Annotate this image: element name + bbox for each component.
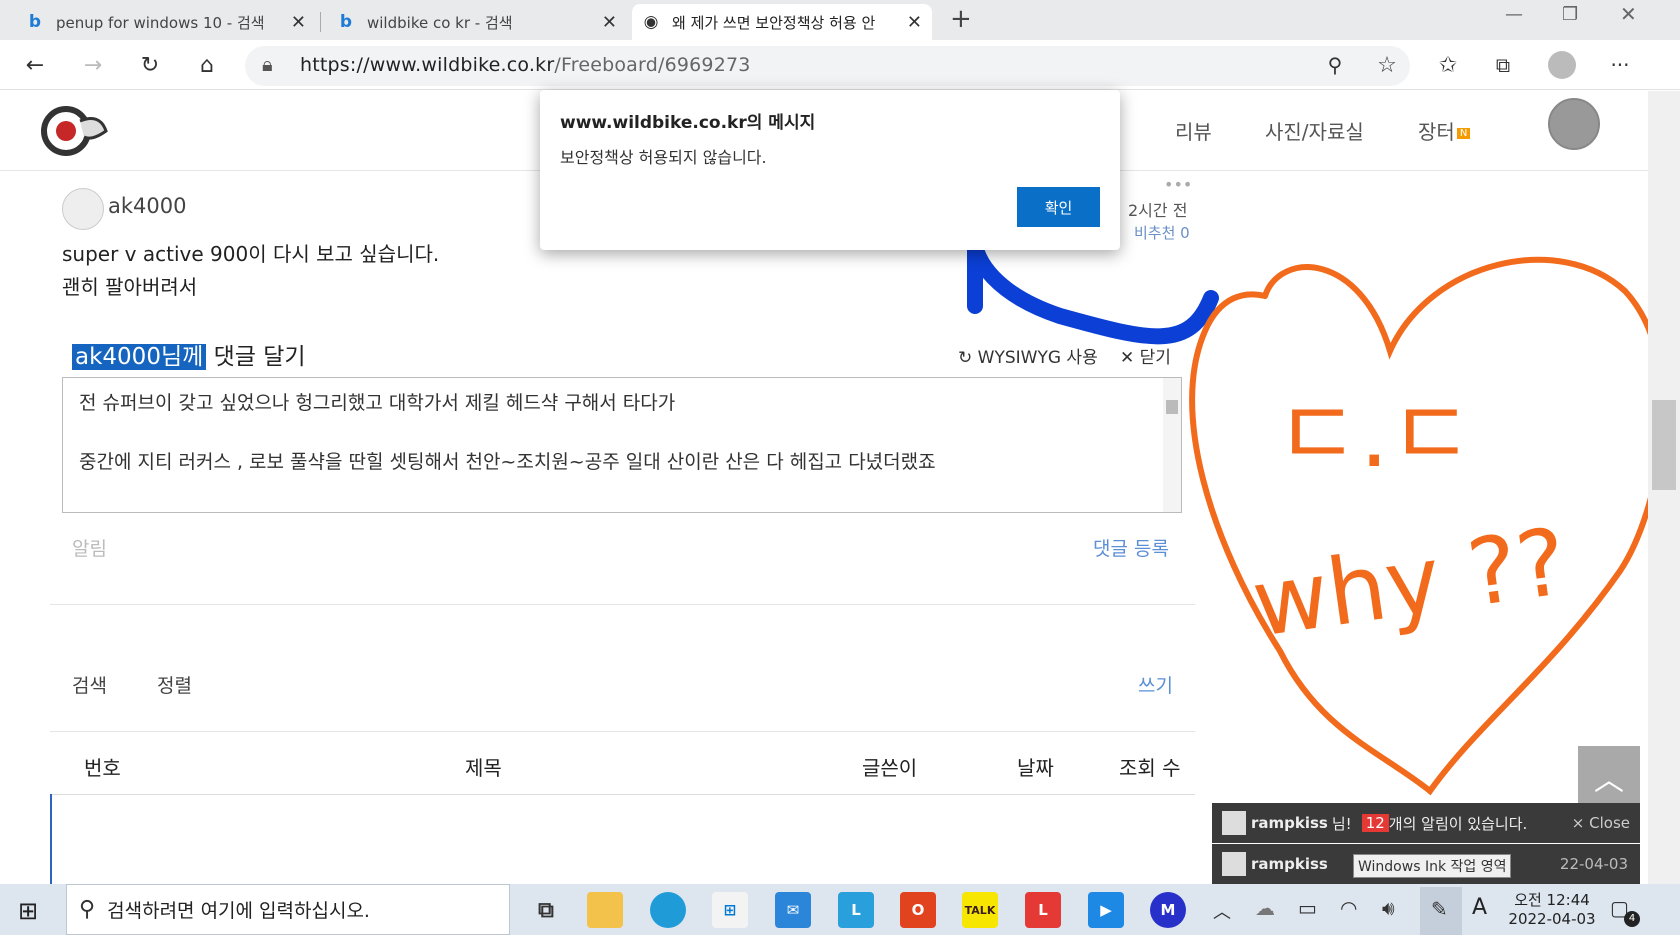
m-app-icon[interactable]: M — [1150, 892, 1186, 928]
clock-date: 2022-04-03 — [1508, 910, 1596, 928]
url-path: /Freeboard/6969273 — [554, 54, 751, 76]
search-icon: ⚲ — [79, 897, 96, 922]
dialog-ok-button[interactable]: 확인 — [1017, 187, 1100, 227]
annotation-text: why ?? — [1246, 508, 1573, 658]
mail-icon[interactable]: ✉ — [775, 892, 811, 928]
tab-wildbike-search[interactable]: b wildbike co kr - 검색 ✕ — [327, 4, 627, 40]
media-player-icon[interactable]: ▶ — [1088, 892, 1124, 928]
search-icon[interactable]: ⚲ — [1320, 50, 1350, 80]
bing-icon: b — [339, 12, 353, 32]
file-explorer-icon[interactable] — [587, 892, 623, 928]
favorite-star-icon[interactable]: ☆ — [1372, 50, 1402, 80]
office-icon[interactable]: O — [900, 892, 936, 928]
volume-icon[interactable]: 🔊︎ — [1382, 896, 1395, 920]
windows-start-icon[interactable]: ⊞ — [18, 897, 38, 925]
collections-icon[interactable]: ⧉ — [1488, 50, 1518, 80]
close-icon[interactable]: ✕ — [602, 12, 617, 33]
more-menu-icon[interactable]: ··· — [1605, 50, 1635, 80]
tab-separator — [320, 12, 321, 32]
back-icon[interactable]: ← — [20, 50, 50, 80]
wifi-icon[interactable]: ◠ — [1340, 896, 1357, 920]
annotation-text: ㄷ.ㄷ — [1275, 381, 1474, 488]
tab-title: 왜 제가 쓰면 보안정책상 허용 안 — [672, 13, 876, 32]
bing-icon: b — [28, 12, 42, 32]
tab-title: penup for windows 10 - 검색 — [56, 13, 265, 32]
onedrive-icon[interactable]: ☁ — [1255, 896, 1275, 920]
close-icon[interactable]: ✕ — [907, 12, 922, 33]
taskbar-search-placeholder: 검색하려면 여기에 입력하십시오. — [107, 900, 370, 922]
tab-active[interactable]: ◉ 왜 제가 쓰면 보안정책상 허용 안 ✕ — [632, 4, 932, 40]
kakaotalk-icon[interactable]: TALK — [962, 892, 998, 928]
site-favicon-icon: ◉ — [643, 12, 659, 32]
dialog-message: 보안정책상 허용되지 않습니다. — [560, 148, 767, 167]
profile-avatar[interactable] — [1548, 51, 1576, 79]
taskbar-search-box[interactable]: ⚲ 검색하려면 여기에 입력하십시오. — [66, 884, 510, 935]
task-view-icon[interactable]: ⧉ — [528, 892, 564, 928]
action-center-badge: 4 — [1624, 911, 1640, 927]
close-icon[interactable]: ✕ — [291, 12, 306, 33]
pen-icon: ✎ — [1431, 897, 1448, 921]
red-l-app-icon[interactable]: L — [1025, 892, 1061, 928]
page-scroll-thumb[interactable] — [1652, 400, 1676, 490]
orange-heart — [1189, 256, 1648, 796]
new-tab-button[interactable]: + — [950, 4, 972, 34]
minimize-icon[interactable]: — — [1505, 4, 1523, 25]
ime-indicator[interactable]: A — [1472, 895, 1487, 920]
store-icon[interactable]: ⊞ — [712, 892, 748, 928]
clock[interactable]: 오전 12:44 2022-04-03 — [1508, 889, 1596, 928]
refresh-icon[interactable]: ↻ — [135, 50, 165, 80]
l-app-icon[interactable]: L — [838, 892, 874, 928]
edge-icon[interactable] — [650, 892, 686, 928]
tab-penup[interactable]: b penup for windows 10 - 검색 ✕ — [16, 4, 316, 40]
restore-icon[interactable]: ❐ — [1562, 4, 1578, 25]
tray-chevron-icon[interactable]: ︿ — [1213, 898, 1231, 924]
dialog-title: www.wildbike.co.kr의 메시지 — [560, 113, 816, 133]
lock-icon[interactable]: 🔒︎ — [262, 52, 273, 76]
battery-icon[interactable]: ▭ — [1298, 896, 1317, 920]
clock-time: 오전 12:44 — [1514, 891, 1590, 909]
forward-icon[interactable]: → — [78, 50, 108, 80]
window-close-icon[interactable]: ✕ — [1620, 2, 1637, 26]
home-icon[interactable]: ⌂ — [192, 50, 222, 80]
url-host: https://www.wildbike.co.kr — [300, 54, 555, 76]
url-text[interactable]: https://www.wildbike.co.kr/Freeboard/696… — [300, 54, 751, 76]
favorites-list-icon[interactable]: ✩ — [1433, 50, 1463, 80]
tab-title: wildbike co kr - 검색 — [367, 13, 513, 32]
alert-dialog: www.wildbike.co.kr의 메시지 보안정책상 허용되지 않습니다.… — [540, 90, 1120, 250]
